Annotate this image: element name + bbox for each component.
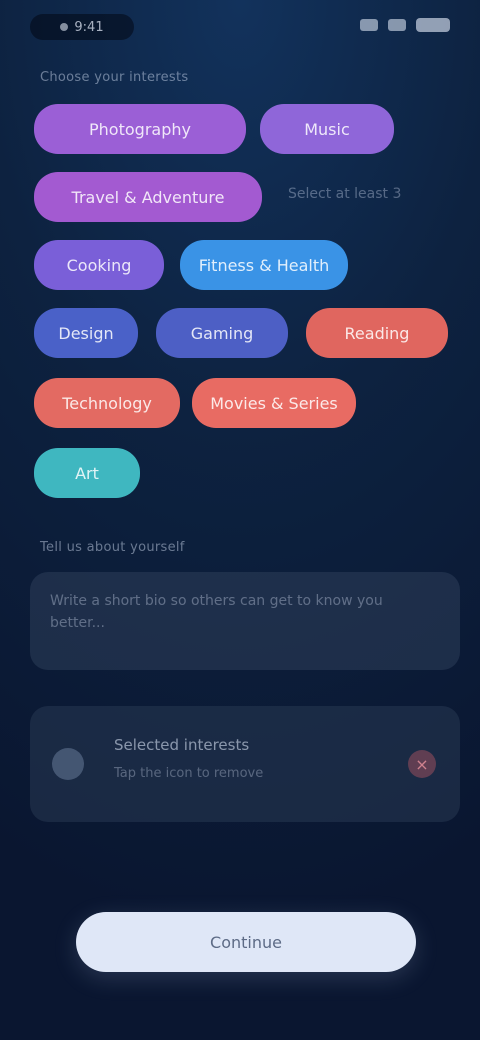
tag-reading[interactable]: Reading [306,308,448,358]
tag-gaming[interactable]: Gaming [156,308,288,358]
battery-icon [416,18,450,32]
status-icons [360,18,450,32]
tag-cooking[interactable]: Cooking [34,240,164,290]
tag-label: Photography [89,119,191,139]
tag-label: Technology [62,393,152,413]
selected-interests-card: Selected interests Tap the icon to remov… [30,706,460,822]
tag-design[interactable]: Design [34,308,138,358]
tag-travel[interactable]: Travel & Adventure [34,172,262,222]
bio-placeholder: Write a short bio so others can get to k… [50,593,383,631]
signal-icon [360,19,378,31]
tag-label: Movies & Series [210,393,338,413]
wifi-icon [388,19,406,31]
selected-title: Selected interests [114,736,250,754]
continue-button[interactable]: Continue [76,912,416,972]
tag-fitness[interactable]: Fitness & Health [180,240,348,290]
about-label: Tell us about yourself [40,540,185,555]
tag-label: Design [58,323,114,343]
tag-technology[interactable]: Technology [34,378,180,428]
tag-photography[interactable]: Photography [34,104,246,154]
selection-hint: Select at least 3 [288,186,402,202]
tag-label: Gaming [190,323,254,343]
time-pill: 9:41 [30,14,134,40]
tag-label: Travel & Adventure [71,187,225,207]
tag-label: Music [304,119,350,139]
continue-label: Continue [210,932,282,952]
interests-label: Choose your interests [40,70,189,85]
remove-icon[interactable]: × [408,750,436,778]
screen: 9:41 Choose your interests Photography M… [0,0,480,1040]
status-bar: 9:41 [0,0,480,52]
tag-music[interactable]: Music [260,104,394,154]
tag-label: Art [75,463,99,483]
selected-subtitle: Tap the icon to remove [114,766,264,781]
camera-dot-icon [60,23,69,31]
tag-label: Cooking [66,255,132,275]
status-time: 9:41 [74,19,104,35]
interest-icon [52,748,84,780]
tag-label: Reading [344,323,410,343]
tag-movies[interactable]: Movies & Series [192,378,356,428]
tag-label: Fitness & Health [198,255,330,275]
tag-art[interactable]: Art [34,448,140,498]
bio-textarea[interactable]: Write a short bio so others can get to k… [30,572,460,670]
